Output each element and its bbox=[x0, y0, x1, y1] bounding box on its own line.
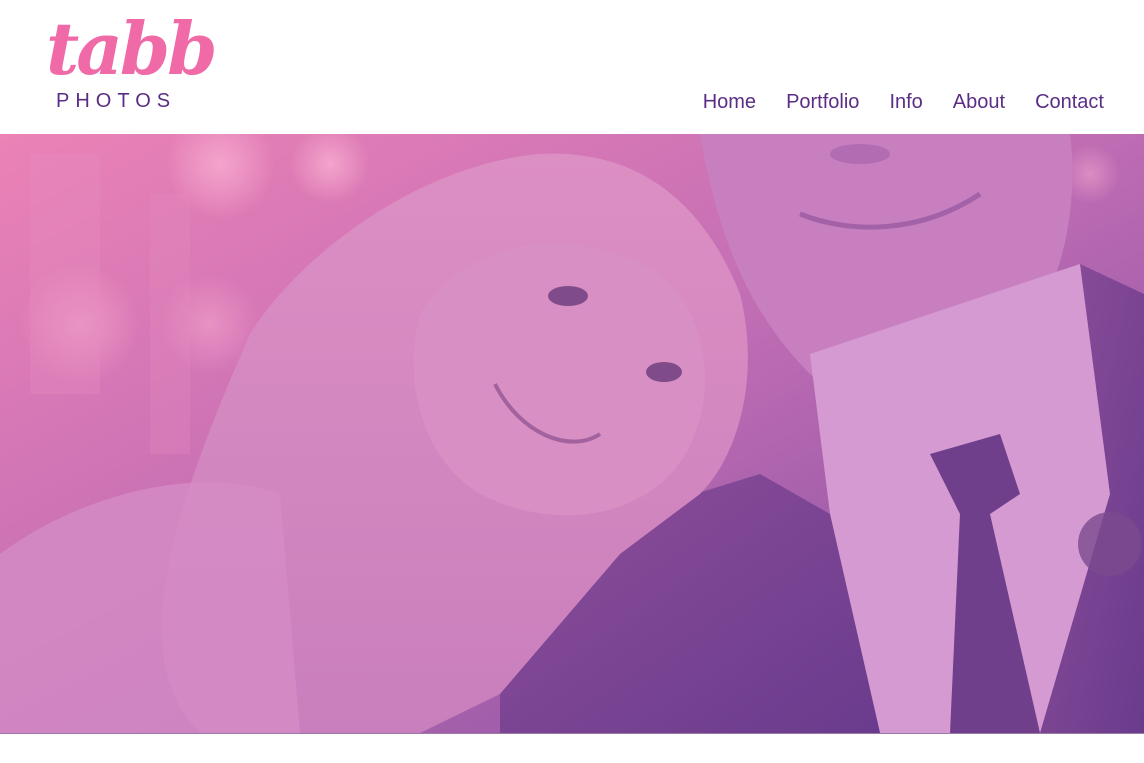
nav-contact[interactable]: Contact bbox=[1035, 88, 1104, 116]
logo-sub-text: PHOTOS bbox=[56, 90, 177, 112]
site-header: tabb PHOTOS Home Portfolio Info About Co… bbox=[0, 0, 1144, 134]
nav-portfolio[interactable]: Portfolio bbox=[786, 88, 859, 116]
nav-home[interactable]: Home bbox=[703, 88, 756, 116]
hero-photo-illustration bbox=[0, 134, 1144, 733]
nav-about[interactable]: About bbox=[953, 88, 1005, 116]
logo-script-text: tabb bbox=[46, 6, 218, 91]
hero-photo bbox=[0, 134, 1144, 733]
main-nav: Home Portfolio Info About Contact bbox=[703, 88, 1104, 116]
nav-info[interactable]: Info bbox=[889, 88, 922, 116]
site-logo[interactable]: tabb PHOTOS bbox=[44, 6, 218, 118]
page-bottom-strip bbox=[0, 733, 1144, 763]
